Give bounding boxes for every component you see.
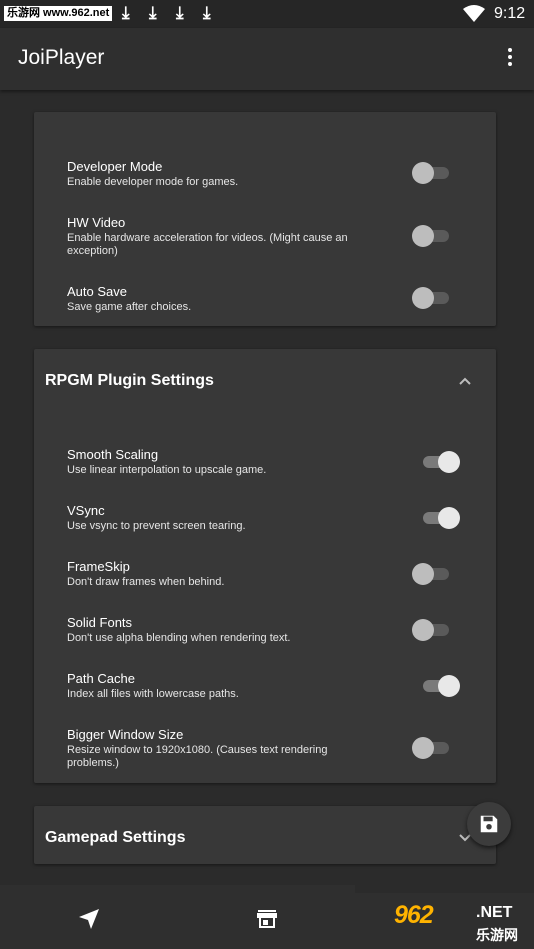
rpgm-plugin-settings-card: RPGM Plugin Settings Smooth Scaling Use … [34,349,496,783]
status-bar: 乐游网 www.962.net ⤓ ⤓ ⤓ ⤓ 9:12 [0,0,534,28]
setting-subtitle: Use vsync to prevent screen tearing. [67,520,246,532]
setting-subtitle: Enable hardware acceleration for videos.… [67,232,348,257]
app-title: JoiPlayer [18,46,105,69]
card-title: Gamepad Settings [45,829,186,846]
site-badge: 乐游网 www.962.net [4,6,113,21]
vsync-switch[interactable] [420,506,460,530]
save-button[interactable] [467,802,511,846]
setting-subtitle: Don't use alpha blending when rendering … [67,632,291,644]
download-icon: ⤓ [203,3,211,22]
chevron-up-icon[interactable] [458,376,472,386]
frameskip-switch[interactable] [412,562,452,586]
app-bar: JoiPlayer [0,28,534,90]
nav-item-navigate[interactable] [77,907,101,931]
setting-subtitle: Resize window to 1920x1080. (Causes text… [67,744,328,769]
path-cache-switch[interactable] [420,674,460,698]
setting-subtitle: Don't draw frames when behind. [67,576,225,588]
setting-subtitle: Enable developer mode for games. [67,176,239,188]
wifi-icon [463,5,485,22]
general-settings-card: Developer Mode Enable developer mode for… [34,112,496,326]
developer-mode-switch[interactable] [412,161,452,185]
auto-save-switch[interactable] [412,286,452,310]
save-icon [480,815,498,833]
rpgm-settings-header[interactable]: RPGM Plugin Settings [34,349,496,413]
clock: 9:12 [494,5,526,22]
download-icon: ⤓ [176,3,184,22]
watermark-cn: 乐游网 [476,927,518,943]
solid-fonts-switch[interactable] [412,618,452,642]
smooth-scaling-switch[interactable] [420,450,460,474]
bottom-navigation [0,885,355,949]
more-vert-icon[interactable] [500,48,520,70]
setting-subtitle: Index all files with lowercase paths. [67,688,239,700]
watermark-net: .NET [476,904,513,921]
gamepad-settings-header[interactable]: Gamepad Settings [34,806,496,864]
bigger-window-size-switch[interactable] [412,736,452,760]
navigation-icon [79,909,99,929]
card-title: RPGM Plugin Settings [45,372,214,389]
download-icon: ⤓ [149,3,157,22]
store-icon [257,910,277,928]
nav-item-store[interactable] [255,907,279,931]
setting-subtitle: Use linear interpolation to upscale game… [67,464,267,476]
hw-video-switch[interactable] [412,224,452,248]
watermark-logo: 962 [394,901,434,929]
gamepad-settings-card: Gamepad Settings [34,806,496,864]
setting-subtitle: Save game after choices. [67,301,192,313]
download-icon: ⤓ [122,3,130,22]
site-watermark: 962 .NET 乐游网 [394,898,530,944]
